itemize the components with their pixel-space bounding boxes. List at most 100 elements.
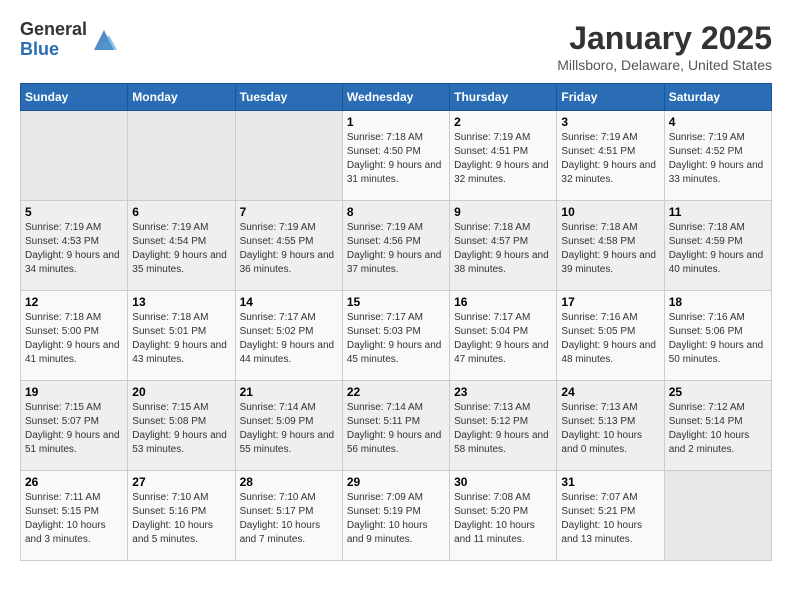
logo-icon — [89, 25, 119, 55]
day-info: Sunrise: 7:08 AM Sunset: 5:20 PM Dayligh… — [454, 491, 552, 547]
day-number: 28 — [240, 475, 338, 489]
logo-general-text: General — [20, 20, 87, 40]
calendar-cell: 27 Sunrise: 7:10 AM Sunset: 5:16 PM Dayli… — [128, 471, 235, 561]
calendar-cell: 17Sunrise: 7:16 AM Sunset: 5:05 PM Dayli… — [557, 291, 664, 381]
day-number: 8 — [347, 205, 445, 219]
calendar-cell: 31Sunrise: 7:07 AM Sunset: 5:21 PM Dayli… — [557, 471, 664, 561]
day-info: Sunrise: 7:18 AM Sunset: 4:59 PM Dayligh… — [669, 221, 767, 277]
calendar-cell — [664, 471, 771, 561]
day-number: 20 — [132, 385, 230, 399]
title-block: January 2025 Millsboro, Delaware, United… — [557, 20, 772, 73]
day-number: 22 — [347, 385, 445, 399]
calendar-cell: 15 Sunrise: 7:17 AM Sunset: 5:03 PM Dayli… — [342, 291, 449, 381]
day-info: Sunrise: 7:10 AM Sunset: 5:17 PM Dayligh… — [240, 491, 338, 547]
day-info: Sunrise: 7:18 AM Sunset: 5:01 PM Dayligh… — [132, 311, 230, 367]
day-number: 17 — [561, 295, 659, 309]
day-info: Sunrise: 7:17 AM Sunset: 5:04 PM Dayligh… — [454, 311, 552, 367]
calendar-week-2: 5 Sunrise: 7:19 AM Sunset: 4:53 PM Daylig… — [21, 201, 772, 291]
weekday-header-wednesday: Wednesday — [342, 84, 449, 111]
calendar-table: SundayMondayTuesdayWednesdayThursdayFrid… — [20, 83, 772, 561]
day-info: Sunrise: 7:19 AM Sunset: 4:55 PM Dayligh… — [240, 221, 338, 277]
day-number: 16 — [454, 295, 552, 309]
calendar-cell: 20 Sunrise: 7:15 AM Sunset: 5:08 PM Dayli… — [128, 381, 235, 471]
day-number: 2 — [454, 115, 552, 129]
calendar-cell: 19 Sunrise: 7:15 AM Sunset: 5:07 PM Dayli… — [21, 381, 128, 471]
day-number: 9 — [454, 205, 552, 219]
day-number: 4 — [669, 115, 767, 129]
calendar-week-5: 26Sunrise: 7:11 AM Sunset: 5:15 PM Dayli… — [21, 471, 772, 561]
day-info: Sunrise: 7:13 AM Sunset: 5:12 PM Dayligh… — [454, 401, 552, 457]
day-number: 5 — [25, 205, 123, 219]
page-header: General Blue January 2025 Millsboro, Del… — [20, 20, 772, 73]
day-number: 11 — [669, 205, 767, 219]
weekday-header-monday: Monday — [128, 84, 235, 111]
calendar-cell: 1 Sunrise: 7:18 AM Sunset: 4:50 PM Daylig… — [342, 111, 449, 201]
calendar-cell: 6 Sunrise: 7:19 AM Sunset: 4:54 PM Daylig… — [128, 201, 235, 291]
weekday-header-row: SundayMondayTuesdayWednesdayThursdayFrid… — [21, 84, 772, 111]
day-number: 29 — [347, 475, 445, 489]
day-number: 27 — [132, 475, 230, 489]
calendar-cell: 16 Sunrise: 7:17 AM Sunset: 5:04 PM Dayli… — [450, 291, 557, 381]
day-info: Sunrise: 7:12 AM Sunset: 5:14 PM Dayligh… — [669, 401, 767, 457]
day-number: 19 — [25, 385, 123, 399]
day-number: 3 — [561, 115, 659, 129]
day-info: Sunrise: 7:19 AM Sunset: 4:51 PM Dayligh… — [561, 131, 659, 187]
day-info: Sunrise: 7:18 AM Sunset: 4:58 PM Dayligh… — [561, 221, 659, 277]
calendar-cell: 30Sunrise: 7:08 AM Sunset: 5:20 PM Dayli… — [450, 471, 557, 561]
logo: General Blue — [20, 20, 119, 60]
calendar-week-4: 19 Sunrise: 7:15 AM Sunset: 5:07 PM Dayli… — [21, 381, 772, 471]
calendar-cell: 9 Sunrise: 7:18 AM Sunset: 4:57 PM Daylig… — [450, 201, 557, 291]
day-info: Sunrise: 7:18 AM Sunset: 4:50 PM Dayligh… — [347, 131, 445, 187]
day-info: Sunrise: 7:09 AM Sunset: 5:19 PM Dayligh… — [347, 491, 445, 547]
day-info: Sunrise: 7:18 AM Sunset: 5:00 PM Dayligh… — [25, 311, 123, 367]
day-info: Sunrise: 7:19 AM Sunset: 4:56 PM Dayligh… — [347, 221, 445, 277]
calendar-cell: 18 Sunrise: 7:16 AM Sunset: 5:06 PM Dayli… — [664, 291, 771, 381]
calendar-cell: 24 Sunrise: 7:13 AM Sunset: 5:13 PM Dayli… — [557, 381, 664, 471]
calendar-cell: 12Sunrise: 7:18 AM Sunset: 5:00 PM Dayli… — [21, 291, 128, 381]
day-info: Sunrise: 7:19 AM Sunset: 4:53 PM Dayligh… — [25, 221, 123, 277]
calendar-cell: 26Sunrise: 7:11 AM Sunset: 5:15 PM Dayli… — [21, 471, 128, 561]
weekday-header-sunday: Sunday — [21, 84, 128, 111]
day-info: Sunrise: 7:18 AM Sunset: 4:57 PM Dayligh… — [454, 221, 552, 277]
day-number: 7 — [240, 205, 338, 219]
calendar-cell: 4 Sunrise: 7:19 AM Sunset: 4:52 PM Daylig… — [664, 111, 771, 201]
day-info: Sunrise: 7:19 AM Sunset: 4:52 PM Dayligh… — [669, 131, 767, 187]
day-info: Sunrise: 7:13 AM Sunset: 5:13 PM Dayligh… — [561, 401, 659, 457]
weekday-header-friday: Friday — [557, 84, 664, 111]
day-number: 15 — [347, 295, 445, 309]
day-info: Sunrise: 7:19 AM Sunset: 4:54 PM Dayligh… — [132, 221, 230, 277]
day-number: 31 — [561, 475, 659, 489]
calendar-cell — [128, 111, 235, 201]
calendar-cell: 10 Sunrise: 7:18 AM Sunset: 4:58 PM Dayli… — [557, 201, 664, 291]
day-info: Sunrise: 7:17 AM Sunset: 5:02 PM Dayligh… — [240, 311, 338, 367]
calendar-cell: 14 Sunrise: 7:17 AM Sunset: 5:02 PM Dayli… — [235, 291, 342, 381]
calendar-cell — [21, 111, 128, 201]
day-number: 23 — [454, 385, 552, 399]
day-number: 14 — [240, 295, 338, 309]
day-info: Sunrise: 7:15 AM Sunset: 5:08 PM Dayligh… — [132, 401, 230, 457]
calendar-cell — [235, 111, 342, 201]
calendar-cell: 29 Sunrise: 7:09 AM Sunset: 5:19 PM Dayli… — [342, 471, 449, 561]
month-title: January 2025 — [557, 20, 772, 57]
calendar-week-1: 1 Sunrise: 7:18 AM Sunset: 4:50 PM Daylig… — [21, 111, 772, 201]
day-info: Sunrise: 7:14 AM Sunset: 5:11 PM Dayligh… — [347, 401, 445, 457]
calendar-cell: 11 Sunrise: 7:18 AM Sunset: 4:59 PM Dayli… — [664, 201, 771, 291]
calendar-cell: 21Sunrise: 7:14 AM Sunset: 5:09 PM Dayli… — [235, 381, 342, 471]
calendar-cell: 25 Sunrise: 7:12 AM Sunset: 5:14 PM Dayli… — [664, 381, 771, 471]
day-number: 26 — [25, 475, 123, 489]
day-number: 21 — [240, 385, 338, 399]
day-number: 1 — [347, 115, 445, 129]
day-info: Sunrise: 7:10 AM Sunset: 5:16 PM Dayligh… — [132, 491, 230, 547]
day-info: Sunrise: 7:16 AM Sunset: 5:06 PM Dayligh… — [669, 311, 767, 367]
day-number: 13 — [132, 295, 230, 309]
day-number: 18 — [669, 295, 767, 309]
weekday-header-thursday: Thursday — [450, 84, 557, 111]
day-number: 10 — [561, 205, 659, 219]
day-number: 25 — [669, 385, 767, 399]
calendar-cell: 2Sunrise: 7:19 AM Sunset: 4:51 PM Daylig… — [450, 111, 557, 201]
day-info: Sunrise: 7:17 AM Sunset: 5:03 PM Dayligh… — [347, 311, 445, 367]
day-number: 24 — [561, 385, 659, 399]
calendar-cell: 23 Sunrise: 7:13 AM Sunset: 5:12 PM Dayli… — [450, 381, 557, 471]
day-info: Sunrise: 7:15 AM Sunset: 5:07 PM Dayligh… — [25, 401, 123, 457]
day-number: 6 — [132, 205, 230, 219]
